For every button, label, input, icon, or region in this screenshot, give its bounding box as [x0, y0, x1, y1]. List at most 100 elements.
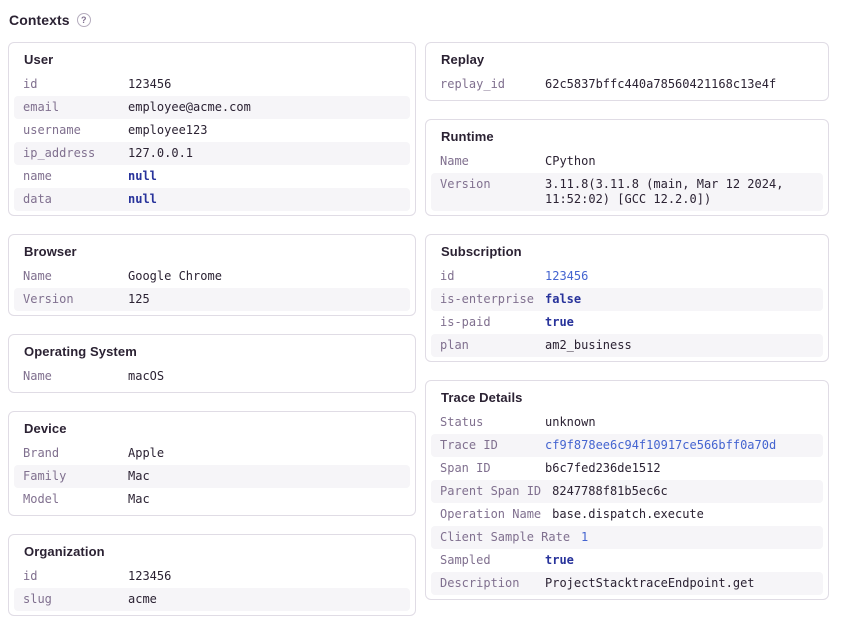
page-title: Contexts	[9, 12, 70, 28]
row-value: 62c5837bffc440a78560421168c13e4f	[545, 77, 814, 92]
card-title: Device	[24, 421, 400, 436]
row-value: base.dispatch.execute	[552, 507, 814, 522]
right-column: Replay replay_id62c5837bffc440a7856042116…	[425, 42, 829, 617]
row-value: am2_business	[545, 338, 814, 353]
row-key: Description	[440, 576, 545, 591]
row-key: id	[23, 569, 128, 584]
context-row: Version125	[14, 288, 410, 311]
card-title: Trace Details	[441, 390, 813, 405]
row-key: slug	[23, 592, 128, 607]
row-key: Name	[23, 269, 128, 284]
context-card-replay: Replay replay_id62c5837bffc440a7856042116…	[425, 42, 829, 101]
row-key: Span ID	[440, 461, 545, 476]
row-key: Brand	[23, 446, 128, 461]
row-value: 127.0.0.1	[128, 146, 401, 161]
row-value: Mac	[128, 492, 401, 507]
context-card-trace-details: Trace Details StatusunknownTrace IDcf9f87…	[425, 380, 829, 600]
row-key: name	[23, 169, 128, 184]
row-value: 123456	[545, 269, 814, 284]
context-row: Parent Span ID8247788f81b5ec6c	[431, 480, 823, 503]
row-value: true	[545, 553, 814, 568]
row-key: Family	[23, 469, 128, 484]
row-key: Name	[440, 154, 545, 169]
row-value: false	[545, 292, 814, 307]
row-value: Mac	[128, 469, 401, 484]
row-key: is-enterprise	[440, 292, 545, 307]
context-row: Span IDb6c7fed236de1512	[431, 457, 823, 480]
context-row: id123456	[14, 565, 410, 588]
context-row: slugacme	[14, 588, 410, 611]
context-row: BrandApple	[14, 442, 410, 465]
context-row: datanull	[14, 188, 410, 211]
row-value: true	[545, 315, 814, 330]
row-value: 3.11.8(3.11.8 (main, Mar 12 2024, 11:52:…	[545, 177, 814, 207]
context-card-organization: Organizationid123456slugacme	[8, 534, 416, 616]
card-title: User	[24, 52, 400, 67]
row-value: 8247788f81b5ec6c	[552, 484, 814, 499]
row-key: id	[23, 77, 128, 92]
row-key: replay_id	[440, 77, 545, 92]
row-value: 1	[581, 530, 814, 545]
row-key: Version	[440, 177, 545, 207]
context-row: is-paidtrue	[431, 311, 823, 334]
context-row: is-enterprisefalse	[431, 288, 823, 311]
context-row: Sampledtrue	[431, 549, 823, 572]
context-row: ip_address127.0.0.1	[14, 142, 410, 165]
row-value: b6c7fed236de1512	[545, 461, 814, 476]
context-card-browser: BrowserNameGoogle ChromeVersion125	[8, 234, 416, 316]
row-key: Name	[23, 369, 128, 384]
row-value: 125	[128, 292, 401, 307]
row-value: Google Chrome	[128, 269, 401, 284]
row-key: username	[23, 123, 128, 138]
context-row: ModelMac	[14, 488, 410, 511]
context-row: id123456	[14, 73, 410, 96]
context-card-user: Userid123456emailemployee@acme.comuserna…	[8, 42, 416, 216]
card-title: Subscription	[441, 244, 813, 259]
context-row: Trace IDcf9f878ee6c94f10917ce566bff0a70d	[431, 434, 823, 457]
context-row: planam2_business	[431, 334, 823, 357]
row-key: id	[440, 269, 545, 284]
card-title: Replay	[441, 52, 813, 67]
row-key: Operation Name	[440, 507, 552, 522]
row-value: 123456	[128, 77, 401, 92]
context-card-operating-system: Operating System NamemacOS	[8, 334, 416, 393]
card-title: Browser	[24, 244, 400, 259]
row-value: 123456	[128, 569, 401, 584]
context-row: NameCPython	[431, 150, 823, 173]
context-row: usernameemployee123	[14, 119, 410, 142]
row-value: null	[128, 192, 401, 207]
help-icon[interactable]: ?	[77, 13, 91, 27]
context-row: FamilyMac	[14, 465, 410, 488]
page-header: Contexts ?	[8, 12, 829, 28]
context-row: DescriptionProjectStacktraceEndpoint.get	[431, 572, 823, 595]
context-row: NameGoogle Chrome	[14, 265, 410, 288]
context-card-runtime: RuntimeNameCPythonVersion3.11.8(3.11.8 (…	[425, 119, 829, 216]
row-value: unknown	[545, 415, 814, 430]
row-value: Apple	[128, 446, 401, 461]
row-value: macOS	[128, 369, 401, 384]
row-key: Model	[23, 492, 128, 507]
left-column: Userid123456emailemployee@acme.comuserna…	[8, 42, 416, 617]
row-key: plan	[440, 338, 545, 353]
context-row: emailemployee@acme.com	[14, 96, 410, 119]
row-value: acme	[128, 592, 401, 607]
context-row: Statusunknown	[431, 411, 823, 434]
row-value-link[interactable]: cf9f878ee6c94f10917ce566bff0a70d	[545, 438, 814, 453]
context-row: namenull	[14, 165, 410, 188]
card-title: Operating System	[24, 344, 400, 359]
context-row: Operation Namebase.dispatch.execute	[431, 503, 823, 526]
row-key: Sampled	[440, 553, 545, 568]
contexts-page: Contexts ? Userid123456emailemployee@acm…	[0, 0, 844, 617]
context-card-subscription: Subscriptionid123456is-enterprisefalseis…	[425, 234, 829, 362]
row-key: is-paid	[440, 315, 545, 330]
row-key: ip_address	[23, 146, 128, 161]
row-key: Client Sample Rate	[440, 530, 581, 545]
context-row: Version3.11.8(3.11.8 (main, Mar 12 2024,…	[431, 173, 823, 211]
context-columns: Userid123456emailemployee@acme.comuserna…	[8, 42, 829, 617]
row-value: null	[128, 169, 401, 184]
row-key: Parent Span ID	[440, 484, 552, 499]
row-key: email	[23, 100, 128, 115]
card-title: Organization	[24, 544, 400, 559]
card-title: Runtime	[441, 129, 813, 144]
context-row: NamemacOS	[14, 365, 410, 388]
